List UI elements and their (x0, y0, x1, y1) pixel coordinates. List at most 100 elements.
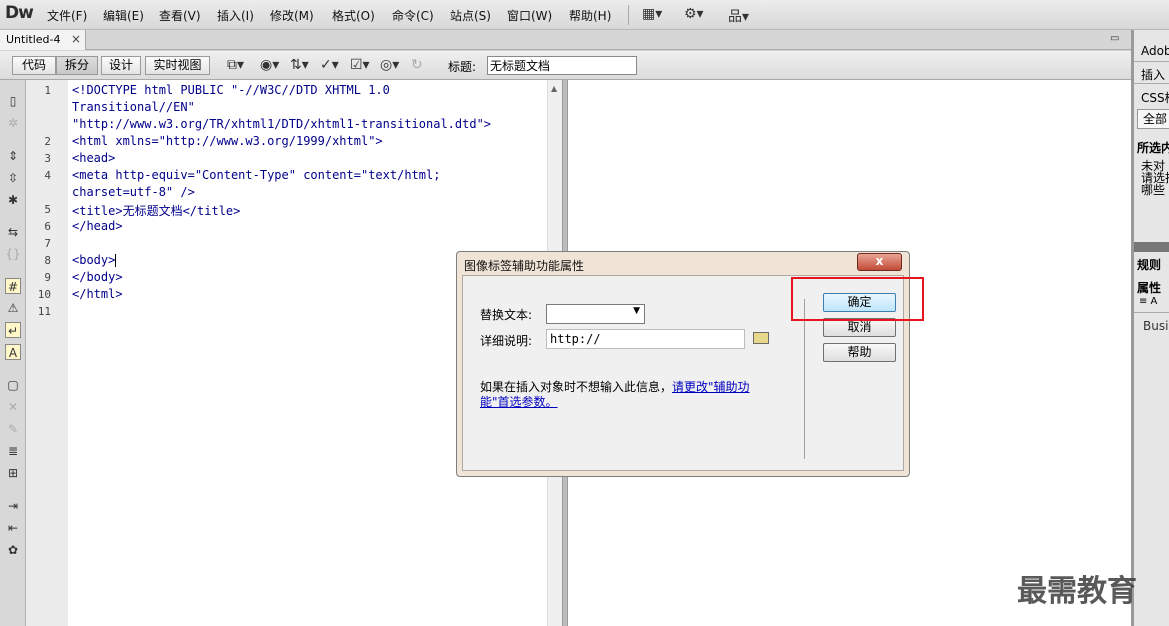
css-styles-panel-tab[interactable]: CSS样 (1141, 89, 1169, 106)
coding-toolbar: ▯ ✲ ⇕ ⇳ ✱ ⇆ {} # ⚠ ↵ A ▢ ✕ ✎ ≣ ⊞ ⇥ ⇤ ✿ (0, 80, 26, 626)
line-number: 10 (37, 288, 51, 301)
dialog-separator (804, 299, 805, 459)
restore-window-icon[interactable]: ▭ (1110, 33, 1119, 44)
line-number: 1 (44, 84, 51, 97)
menu-site[interactable]: 站点(S) (450, 7, 491, 24)
code-view-button[interactable]: 代码 (12, 56, 56, 75)
panel-divider (1134, 83, 1169, 84)
dialog-title: 图像标签辅助功能属性 (464, 259, 585, 273)
title-label: 标题: (448, 60, 477, 74)
highlight-invalid-code-icon[interactable]: ⚠ (5, 300, 21, 316)
menu-insert[interactable]: 插入(I) (217, 7, 254, 24)
menu-view[interactable]: 查看(V) (159, 7, 201, 24)
business-catalyst-panel-tab[interactable]: Busin (1143, 319, 1169, 333)
line-number: 4 (44, 169, 51, 182)
document-tab[interactable]: Untitled-4 × (0, 30, 86, 50)
code-line: <meta http-equiv="Content-Type" content=… (72, 168, 441, 182)
line-number-gutter: 1 2 3 4 5 6 7 8 9 10 11 (26, 80, 68, 626)
format-source-code-icon[interactable]: ✿ (5, 542, 21, 558)
code-line: <!DOCTYPE html PUBLIC "-//W3C//DTD XHTML… (72, 83, 390, 97)
menu-window[interactable]: 窗口(W) (507, 7, 552, 24)
line-number: 8 (44, 254, 51, 267)
move-css-icon[interactable]: ⊞ (5, 465, 21, 481)
syntax-coloring-icon[interactable]: A (5, 344, 21, 360)
chevron-down-icon[interactable]: ▼ (633, 306, 640, 316)
dreamweaver-window: Dw 文件(F) 编辑(E) 查看(V) 插入(I) 修改(M) 格式(O) 命… (0, 0, 1169, 626)
watermark: 最需教育 (1017, 574, 1137, 609)
collapse-full-tag-icon[interactable]: ⇕ (5, 148, 21, 164)
panel-divider (1134, 312, 1169, 313)
refresh-icon[interactable]: ↻ (411, 57, 423, 73)
select-parent-tag-icon[interactable]: ⇆ (5, 224, 21, 240)
expand-all-icon[interactable]: ✱ (5, 192, 21, 208)
close-icon[interactable]: × (71, 32, 81, 46)
visual-aids-icon[interactable]: ◎▾ (380, 57, 399, 73)
highlight-box (791, 277, 924, 321)
check-browser-icon[interactable]: ☑▾ (350, 57, 370, 73)
file-management-icon[interactable]: ⇅▾ (290, 57, 309, 73)
open-documents-icon[interactable]: ▯ (5, 93, 21, 109)
multiscreen-icon[interactable]: ⧉▾ (227, 57, 244, 73)
title-input[interactable] (487, 56, 637, 75)
selection-summary-heading: 所选内 (1137, 141, 1169, 155)
alt-text-combobox[interactable]: ▼ (546, 304, 645, 324)
menu-commands[interactable]: 命令(C) (392, 7, 434, 24)
remove-comment-icon[interactable]: ✕ (5, 399, 21, 415)
live-view-button[interactable]: 实时视图 (145, 56, 210, 75)
adobe-browserlab-panel-tab[interactable]: Adob (1141, 44, 1169, 58)
wrap-tag-icon[interactable]: ✎ (5, 421, 21, 437)
folder-icon[interactable] (753, 332, 769, 344)
code-line: </html> (72, 287, 123, 301)
line-number: 9 (44, 271, 51, 284)
menu-help[interactable]: 帮助(H) (569, 7, 611, 24)
menu-file[interactable]: 文件(F) (47, 7, 87, 24)
panel-divider (1134, 61, 1169, 62)
site-manager-icon[interactable]: 品▾ (728, 6, 749, 26)
dialog-close-button[interactable]: x (857, 253, 902, 271)
code-line-text: <body> (72, 253, 116, 267)
panel-splitter[interactable] (1134, 242, 1169, 252)
app-logo: Dw (5, 3, 34, 23)
alt-text-label: 替换文本: (480, 308, 533, 322)
preview-browser-icon[interactable]: ◉▾ (260, 57, 279, 73)
indent-code-icon[interactable]: ⇥ (5, 498, 21, 514)
rules-heading: 规则 (1137, 258, 1162, 272)
apply-comment-icon[interactable]: ▢ (5, 377, 21, 393)
long-description-label: 详细说明: (480, 334, 533, 348)
collapse-selection-icon[interactable]: ⇳ (5, 170, 21, 186)
scroll-up-arrow-icon[interactable]: ▲ (551, 84, 557, 93)
balance-braces-icon[interactable]: {} (5, 246, 21, 262)
menu-bar: Dw 文件(F) 编辑(E) 查看(V) 插入(I) 修改(M) 格式(O) 命… (0, 0, 1169, 30)
recent-snippets-icon[interactable]: ≣ (5, 443, 21, 459)
line-number: 3 (44, 152, 51, 165)
right-panel: Adob 插入 CSS样 全部 所选内 未对 请选择 哪些 规则 属性 ≡ A … (1131, 30, 1169, 626)
show-code-navigator-icon[interactable]: ✲ (5, 115, 21, 131)
code-line: charset=utf-8" /> (72, 185, 195, 199)
outdent-code-icon[interactable]: ⇤ (5, 520, 21, 536)
gear-icon[interactable]: ⚙▾ (684, 6, 704, 22)
menu-format[interactable]: 格式(O) (332, 7, 375, 24)
menu-separator (628, 5, 629, 25)
code-line: Transitional//EN" (72, 100, 195, 114)
selection-summary-text: 哪些 (1141, 183, 1166, 197)
menu-edit[interactable]: 编辑(E) (103, 7, 144, 24)
design-view-button[interactable]: 设计 (101, 56, 141, 75)
layout-switcher-icon[interactable]: ▦▾ (642, 6, 662, 22)
properties-view-icon[interactable]: ≡ A (1139, 296, 1157, 307)
all-rules-button[interactable]: 全部 (1137, 109, 1169, 129)
word-wrap-icon[interactable]: ↵ (5, 322, 21, 338)
code-line: "http://www.w3.org/TR/xhtml1/DTD/xhtml1-… (72, 117, 492, 131)
code-line: <body> (72, 253, 117, 267)
line-number: 2 (44, 135, 51, 148)
long-description-input[interactable]: http:// (546, 329, 745, 349)
split-view-button[interactable]: 拆分 (56, 56, 98, 75)
w3c-validation-icon[interactable]: ✓▾ (320, 57, 339, 73)
accessibility-info: 如果在插入对象时不想输入此信息，请更改"辅助功能"首选参数。 (480, 380, 770, 410)
code-line: <html xmlns="http://www.w3.org/1999/xhtm… (72, 134, 383, 148)
code-line: </head> (72, 219, 123, 233)
menu-modify[interactable]: 修改(M) (270, 7, 314, 24)
document-toolbar: 代码 拆分 设计 实时视图 ⧉▾ ◉▾ ⇅▾ ✓▾ ☑▾ ◎▾ ↻ 标题: (0, 51, 1131, 80)
line-numbers-icon[interactable]: # (5, 278, 21, 294)
help-button[interactable]: 帮助 (823, 343, 896, 362)
insert-panel-tab[interactable]: 插入 (1141, 66, 1165, 83)
